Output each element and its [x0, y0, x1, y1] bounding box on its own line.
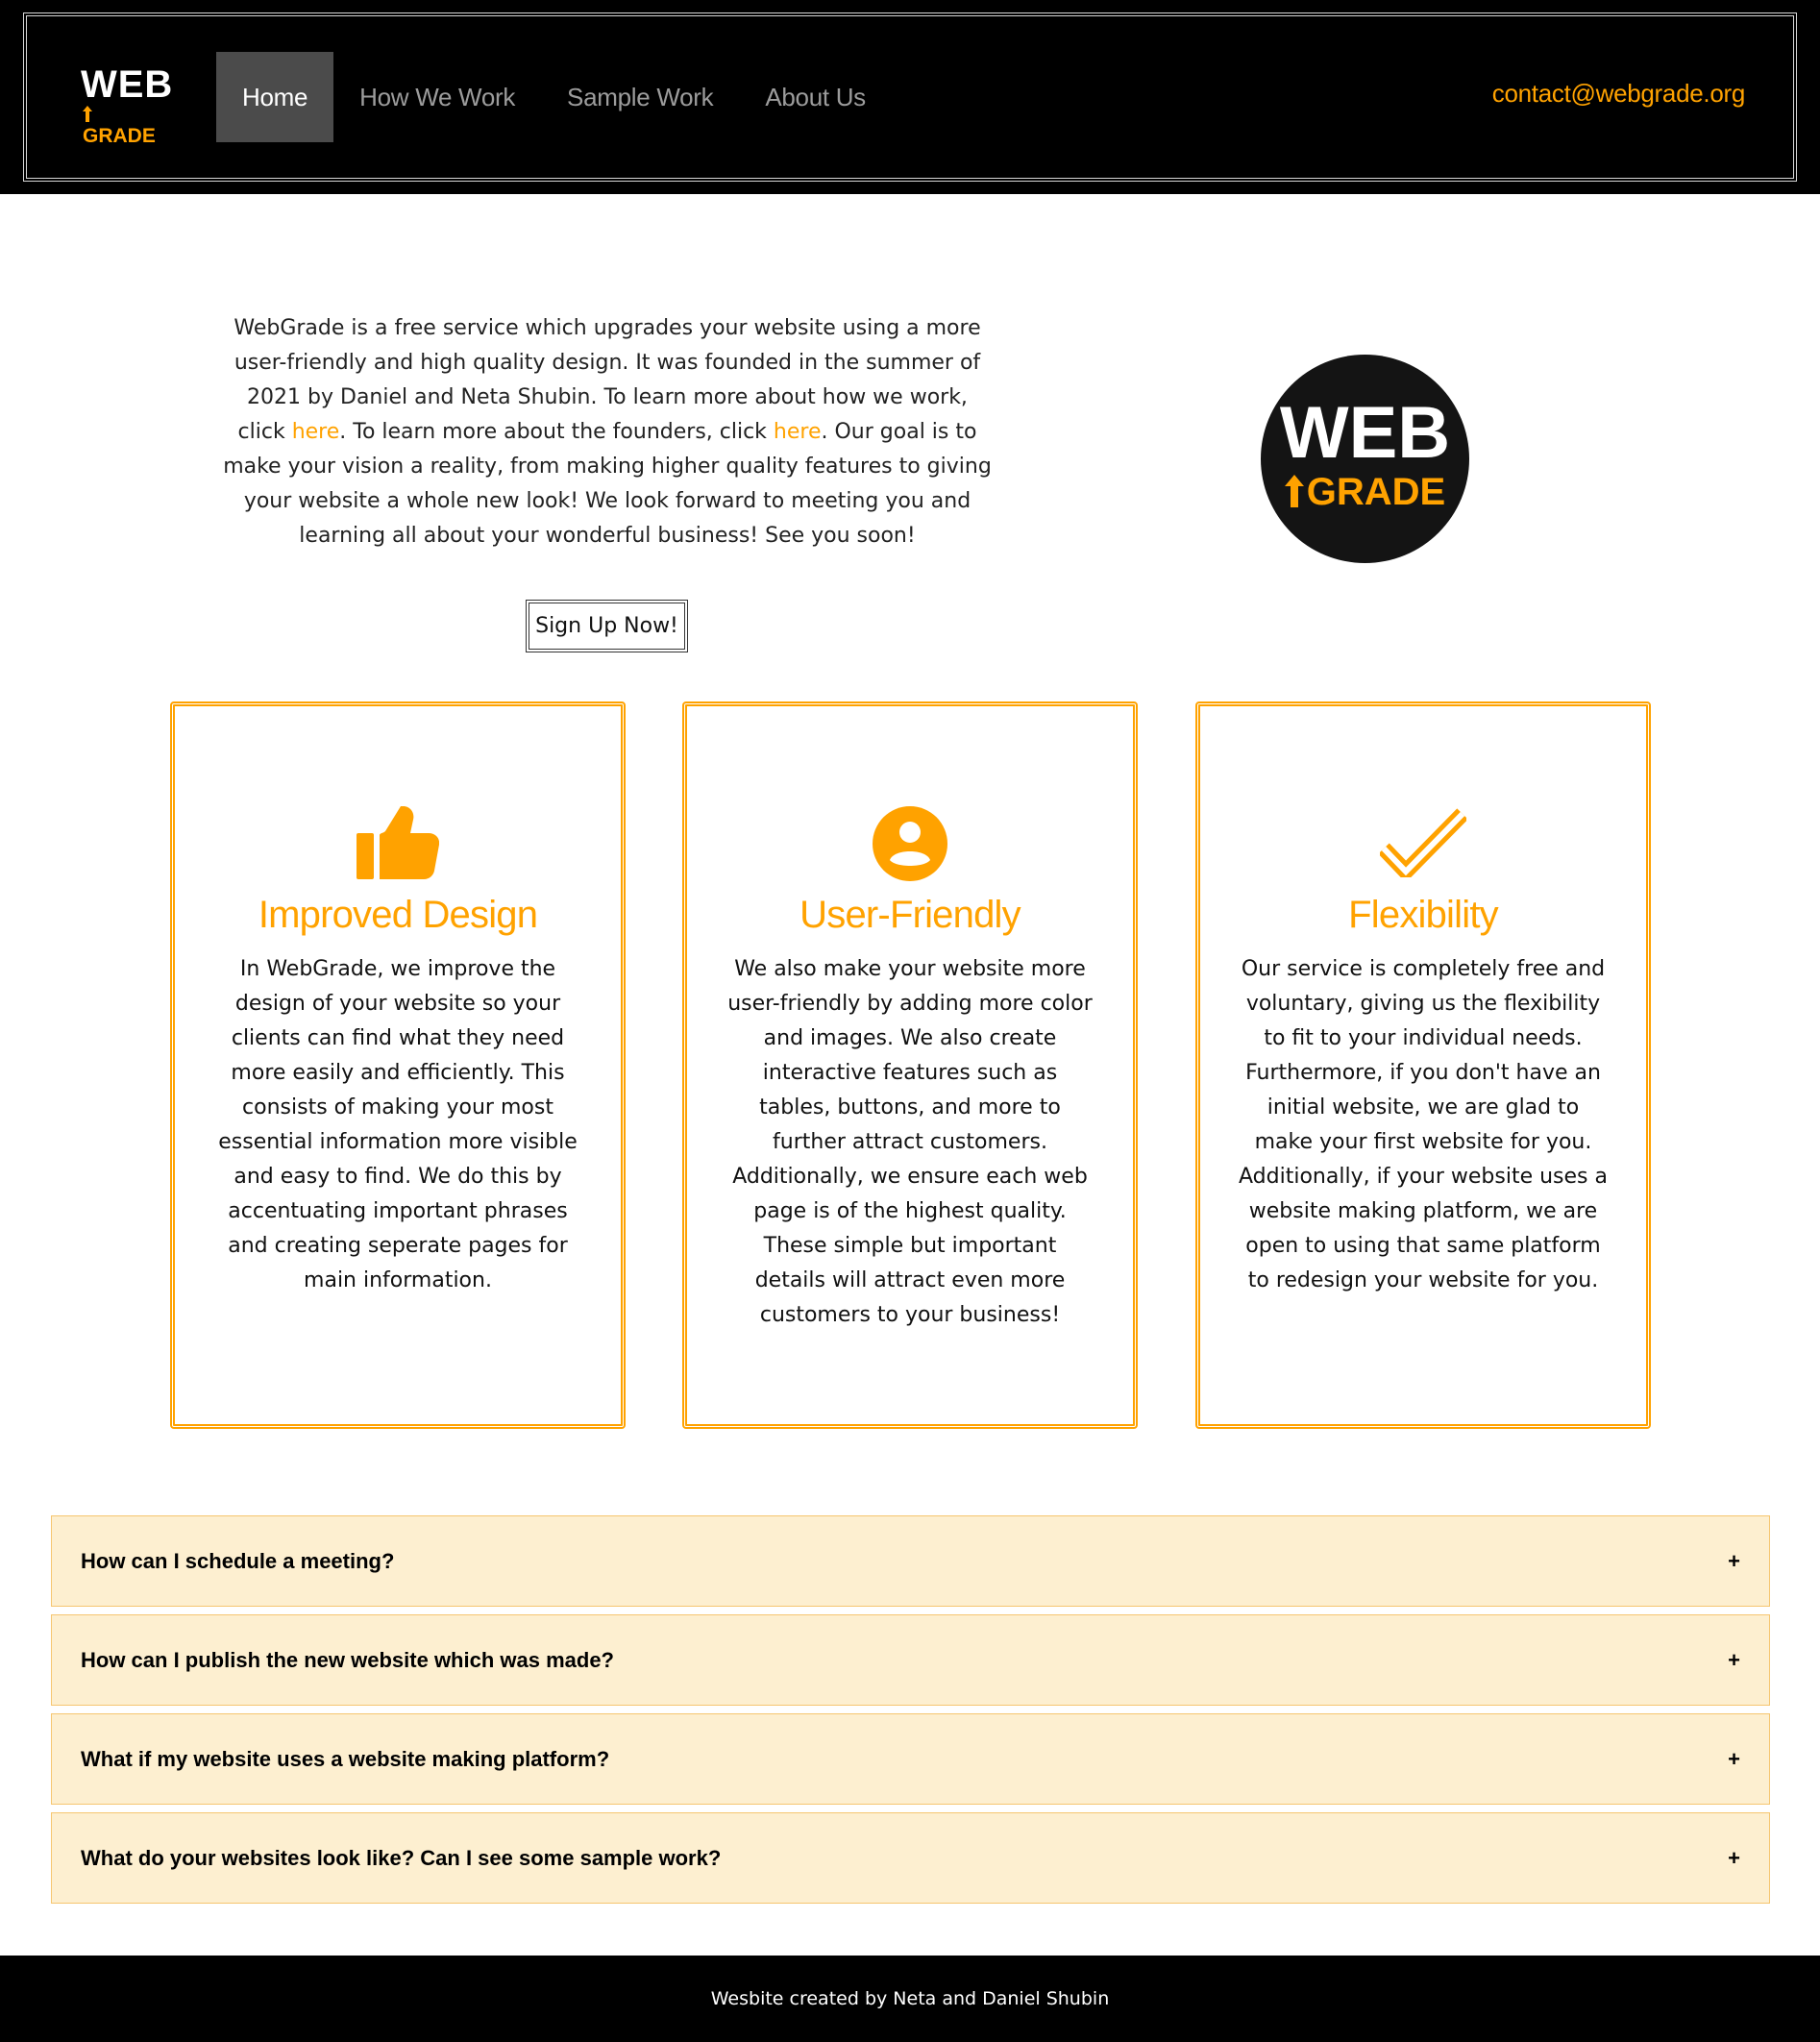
thumbs-up-icon — [357, 806, 439, 879]
intro-text-2: . To learn more about the founders, clic… — [339, 420, 774, 444]
badge-grade-label: GRADE — [1306, 471, 1446, 513]
feature-description: Our service is completely free and volun… — [1239, 957, 1608, 1292]
logo-web-text: WEB — [81, 63, 174, 106]
feature-description: We also make your website more user-frie… — [727, 957, 1093, 1327]
sign-up-button[interactable]: Sign Up Now! — [526, 600, 688, 652]
webgrade-badge-logo: WEB GRADE — [1261, 355, 1469, 563]
faq-question[interactable]: What do your websites look like? Can I s… — [81, 1846, 1728, 1871]
faq-question[interactable]: What if my website uses a website making… — [81, 1747, 1728, 1772]
main-nav: Home How We Work Sample Work About Us — [216, 52, 892, 142]
feature-title: Flexibility — [1348, 894, 1498, 936]
badge-web-text: WEB — [1279, 392, 1451, 474]
expand-icon[interactable]: + — [1728, 1549, 1740, 1574]
faq-question[interactable]: How can I publish the new website which … — [81, 1648, 1728, 1673]
feature-card-flexibility: Flexibility Our service is completely fr… — [1195, 701, 1651, 1429]
logo-grade-label: GRADE — [83, 125, 156, 147]
faq-item[interactable]: What do your websites look like? Can I s… — [51, 1812, 1770, 1904]
nav-home[interactable]: Home — [216, 52, 334, 142]
expand-icon[interactable]: + — [1728, 1747, 1740, 1772]
contact-email-link[interactable]: contact@webgrade.org — [1492, 79, 1746, 109]
nav-how-we-work[interactable]: How We Work — [333, 52, 541, 142]
checkmark-icon — [1380, 808, 1466, 877]
user-circle-icon — [873, 806, 947, 881]
nav-sample-work[interactable]: Sample Work — [541, 52, 739, 142]
site-logo[interactable]: WEB GRADE — [81, 65, 172, 147]
founders-link[interactable]: here — [774, 420, 822, 444]
expand-icon[interactable]: + — [1728, 1846, 1740, 1871]
footer-credit: Wesbite created by Neta and Daniel Shubi… — [710, 1988, 1110, 2009]
up-arrow-icon — [83, 106, 92, 122]
up-arrow-icon — [1284, 475, 1304, 507]
feature-description: In WebGrade, we improve the design of yo… — [218, 957, 578, 1292]
how-we-work-link[interactable]: here — [292, 420, 340, 444]
expand-icon[interactable]: + — [1728, 1648, 1740, 1673]
logo-grade-text: GRADE — [83, 105, 167, 147]
feature-title: Improved Design — [258, 894, 538, 936]
nav-about-us[interactable]: About Us — [739, 52, 892, 142]
site-footer: Wesbite created by Neta and Daniel Shubi… — [0, 1956, 1820, 2042]
site-header: WEB GRADE Home How We Work Sample Work A… — [0, 0, 1820, 194]
feature-card-improved-design: Improved Design In WebGrade, we improve … — [170, 701, 626, 1429]
feature-card-user-friendly: User-Friendly We also make your website … — [682, 701, 1138, 1429]
faq-item[interactable]: How can I publish the new website which … — [51, 1614, 1770, 1706]
feature-title: User-Friendly — [799, 894, 1021, 936]
faq-question[interactable]: How can I schedule a meeting? — [81, 1549, 1728, 1574]
faq-item[interactable]: How can I schedule a meeting? + — [51, 1515, 1770, 1607]
intro-paragraph: WebGrade is a free service which upgrade… — [223, 311, 992, 554]
faq-item[interactable]: What if my website uses a website making… — [51, 1713, 1770, 1805]
badge-grade-text: GRADE — [1261, 472, 1469, 512]
